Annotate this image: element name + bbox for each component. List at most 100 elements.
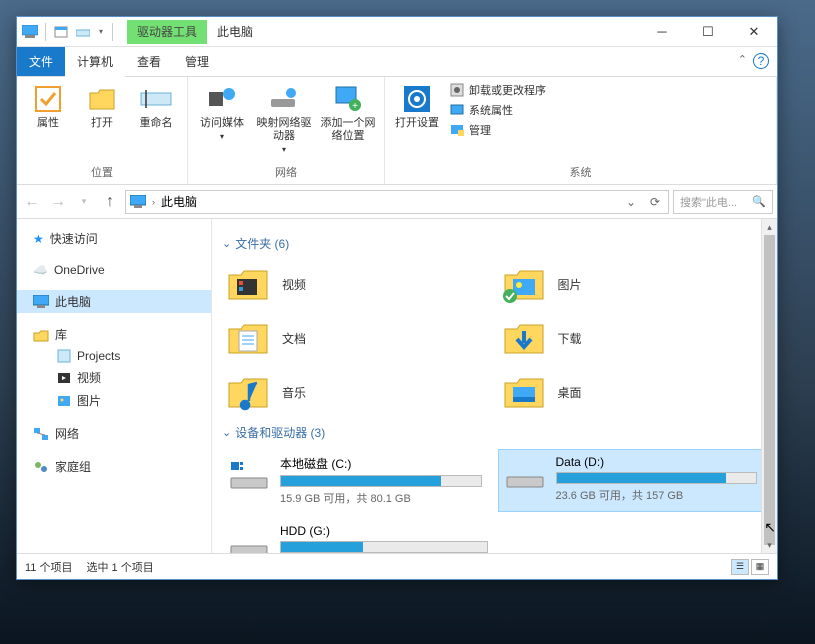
drive-icon [229,460,269,494]
explorer-window: ▾ 驱动器工具 此电脑 ─ ☐ ✕ 文件 计算机 查看 管理 ⌃ ? 属性 [16,16,778,580]
this-pc-icon [130,195,146,209]
homegroup-icon [33,460,49,474]
nav-up-button[interactable]: ↑ [99,191,121,213]
search-input[interactable]: 搜索"此电... 🔍 [673,190,773,214]
drive-c[interactable]: 本地磁盘 (C:) 15.9 GB 可用，共 80.1 GB [222,449,488,512]
drive-d[interactable]: Data (D:) 23.6 GB 可用，共 157 GB [498,449,764,512]
scroll-thumb[interactable] [764,235,775,545]
status-selection: 选中 1 个项目 [86,559,153,575]
add-network-location-button[interactable]: + 添加一个网络位置 [318,79,378,143]
view-details-button[interactable]: ☰ [731,559,749,575]
folder-videos[interactable]: 视频 [222,260,488,308]
ribbon-group-network: 访问媒体▾ 映射网络驱动器▾ + 添加一个网络位置 网络 [188,77,385,184]
open-settings-button[interactable]: 打开设置 [391,79,443,130]
context-tab-drive-tools[interactable]: 驱动器工具 [127,20,207,44]
drive-sub: 15.9 GB 可用，共 80.1 GB [280,490,482,506]
scroll-down-button[interactable]: ▾ [762,537,777,553]
tab-manage[interactable]: 管理 [173,47,221,76]
content-scroll[interactable]: 文件夹 (6) 视频 图片 文档 [212,219,777,553]
body: ★快速访问 ☁️OneDrive 此电脑 库 Projects 视频 [17,219,777,553]
group-header-folders[interactable]: 文件夹 (6) [222,235,763,252]
window-title: 此电脑 [207,23,639,40]
navigation-pane: ★快速访问 ☁️OneDrive 此电脑 库 Projects 视频 [17,219,212,553]
tab-computer[interactable]: 计算机 [65,48,125,77]
drive-g[interactable]: HDD (G:) 502 GB 可用，共 833 GB [222,518,494,553]
close-button[interactable]: ✕ [731,17,777,47]
system-properties-button[interactable]: 系统属性 [447,101,548,119]
tab-file[interactable]: 文件 [17,47,65,76]
drive-name: Data (D:) [556,455,758,469]
open-button[interactable]: 打开 [77,79,127,130]
library-icon [33,328,49,342]
nav-forward-button[interactable]: → [47,191,69,213]
map-network-drive-button[interactable]: 映射网络驱动器▾ [254,79,314,155]
help-button[interactable]: ? [753,53,769,69]
picture-icon [57,394,71,408]
video-icon [57,371,71,385]
minimize-button[interactable]: ─ [639,17,685,47]
address-bar: ← → ▾ ↑ › 此电脑 ⌄ ⟳ 搜索"此电... 🔍 [17,185,777,219]
ribbon: 属性 打开 重命名 位置 访问媒体▾ [17,77,777,185]
group-header-devices[interactable]: 设备和驱动器 (3) [222,424,763,441]
sidebar-item-libraries[interactable]: 库 [17,323,211,346]
sidebar-item-network[interactable]: 网络 [17,422,211,445]
onedrive-icon: ☁️ [33,263,48,277]
drive-usage-bar [556,472,758,484]
drive-usage-bar [280,475,482,487]
folder-desktop[interactable]: 桌面 [498,368,764,416]
folder-pictures[interactable]: 图片 [498,260,764,308]
ribbon-tabs: 文件 计算机 查看 管理 ⌃ ? [17,47,777,77]
rename-button[interactable]: 重命名 [131,79,181,130]
address-dropdown[interactable]: ⌄ [622,195,640,209]
drive-name: 本地磁盘 (C:) [280,455,482,472]
tab-view[interactable]: 查看 [125,47,173,76]
qat-item-2[interactable] [74,23,92,41]
view-icons-button[interactable]: ▦ [751,559,769,575]
sidebar-item-this-pc[interactable]: 此电脑 [17,290,211,313]
address-box[interactable]: › 此电脑 ⌄ ⟳ [125,190,669,214]
sidebar-item-onedrive[interactable]: ☁️OneDrive [17,260,211,280]
properties-button[interactable]: 属性 [23,79,73,130]
ribbon-minimize-button[interactable]: ⌃ [738,47,753,76]
drive-icon [229,532,269,553]
scroll-up-button[interactable]: ▴ [762,219,777,235]
this-pc-icon [33,295,49,309]
access-media-button[interactable]: 访问媒体▾ [194,79,250,142]
folder-documents[interactable]: 文档 [222,314,488,362]
folder-music[interactable]: 音乐 [222,368,488,416]
qat-dropdown[interactable]: ▾ [96,23,106,41]
drive-sub: 23.6 GB 可用，共 157 GB [556,487,758,503]
drive-name: HDD (G:) [280,524,488,538]
nav-back-button[interactable]: ← [21,191,43,213]
statusbar: 11 个项目 选中 1 个项目 ☰ ▦ [17,553,777,579]
manage-button[interactable]: 管理 [447,121,548,139]
folder-downloads[interactable]: 下载 [498,314,764,362]
address-location: 此电脑 [161,193,197,210]
nav-recent-button[interactable]: ▾ [73,191,95,213]
app-icon[interactable] [21,23,39,41]
window-controls: ─ ☐ ✕ [639,17,777,47]
view-toggle: ☰ ▦ [731,559,769,575]
sidebar-item-pictures[interactable]: 图片 [17,389,211,412]
drive-usage-bar [280,541,488,553]
content-pane: 文件夹 (6) 视频 图片 文档 [212,219,777,553]
drive-icon [505,463,545,491]
library-folder-icon [57,349,71,363]
network-icon [33,427,49,441]
sidebar-item-projects[interactable]: Projects [17,346,211,366]
uninstall-programs-button[interactable]: 卸载或更改程序 [447,81,548,99]
sidebar-item-videos[interactable]: 视频 [17,366,211,389]
vertical-scrollbar[interactable]: ▴ ▾ [761,219,777,553]
titlebar: ▾ 驱动器工具 此电脑 ─ ☐ ✕ [17,17,777,47]
sidebar-item-quick-access[interactable]: ★快速访问 [17,227,211,250]
ribbon-group-system: 打开设置 卸载或更改程序 系统属性 管理 系统 [385,77,777,184]
maximize-button[interactable]: ☐ [685,17,731,47]
refresh-button[interactable]: ⟳ [646,195,664,209]
qat-item-1[interactable] [52,23,70,41]
svg-text:+: + [352,101,358,112]
cursor-icon: ↖ [764,519,776,536]
star-icon: ★ [33,232,44,246]
sidebar-item-homegroup[interactable]: 家庭组 [17,455,211,478]
ribbon-group-location: 属性 打开 重命名 位置 [17,77,188,184]
status-item-count: 11 个项目 [25,559,72,575]
